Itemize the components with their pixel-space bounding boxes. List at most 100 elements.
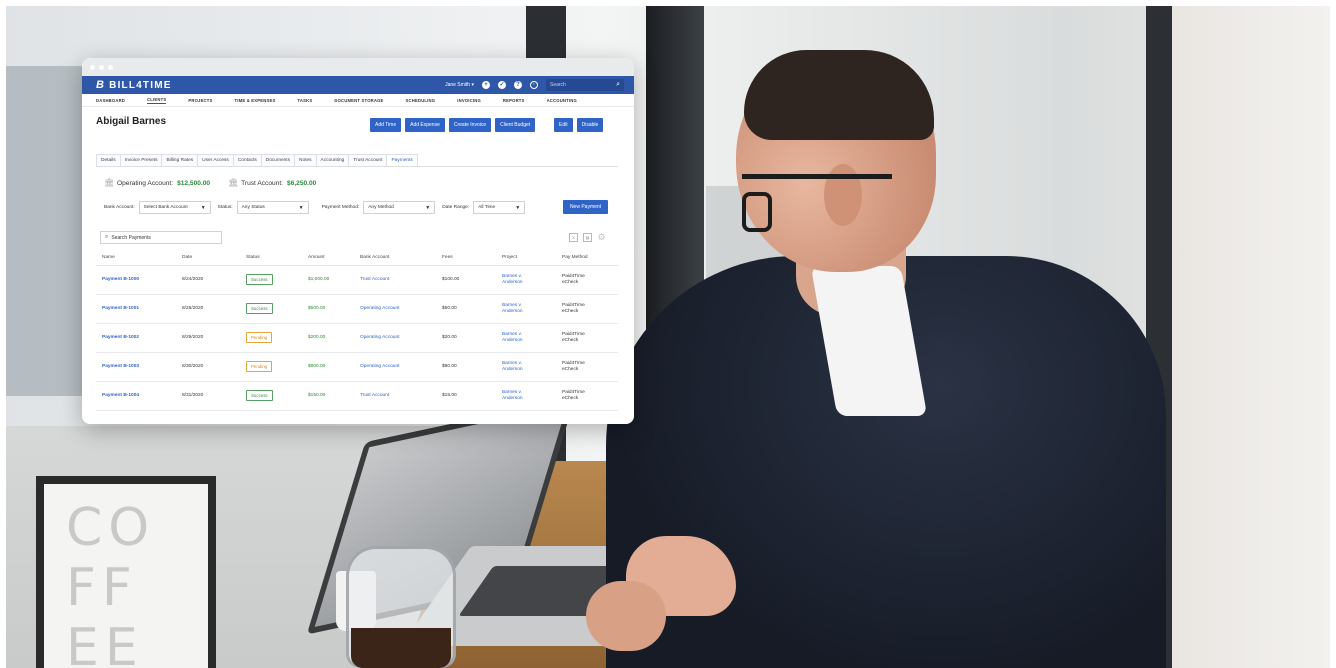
action-buttons: Add Time Add Expense Create Invoice Clie… xyxy=(370,118,536,132)
window-dot[interactable] xyxy=(90,64,95,70)
table-row[interactable]: Payment B-1003 8/30/2020 Pending $800.00… xyxy=(96,352,618,382)
tab-accounting[interactable]: Accounting xyxy=(315,154,350,166)
search-icon[interactable]: ⌕ xyxy=(616,81,620,89)
client-tabs: Details Invoice Presets Billing Rates Us… xyxy=(96,154,618,167)
tab-payments[interactable]: Payments xyxy=(386,154,418,166)
tab-details[interactable]: Details xyxy=(96,154,121,166)
nav-document-storage[interactable]: DOCUMENT STORAGE xyxy=(334,98,383,103)
date-range-value: All Time xyxy=(478,205,496,210)
plus-icon[interactable]: + xyxy=(482,81,490,89)
project-link[interactable]: Barnes v. Anderson xyxy=(496,323,556,353)
pay-method: Paid4Time eCheck xyxy=(556,265,618,295)
payment-name-link[interactable]: Payment B-1003 xyxy=(96,352,176,382)
table-row[interactable]: Payment B-1001 8/25/2020 Success $500.00… xyxy=(96,294,618,324)
nav-projects[interactable]: PROJECTS xyxy=(188,98,212,103)
nav-invoicing[interactable]: INVOICING xyxy=(457,98,481,103)
column-header-fees[interactable]: Fees xyxy=(436,251,496,266)
project-line: Anderson xyxy=(502,337,523,343)
column-header-project[interactable]: Project xyxy=(496,251,556,266)
tab-notes[interactable]: Notes xyxy=(294,154,317,166)
payment-name-link[interactable]: Payment B-1004 xyxy=(96,381,176,411)
column-header-status[interactable]: Status xyxy=(240,251,302,266)
man-hair xyxy=(744,50,934,140)
window-dot[interactable] xyxy=(99,64,104,70)
payment-method-select[interactable]: Any Method ▼ xyxy=(363,201,436,214)
operating-account-amount: $12,500.00 xyxy=(177,179,211,187)
status-badge: Pending xyxy=(246,332,273,343)
payment-status-cell: Pending xyxy=(240,352,302,382)
date-range-select[interactable]: All Time ▼ xyxy=(473,201,526,214)
status-badge: Success xyxy=(246,274,273,285)
trust-account-amount: $6,250.00 xyxy=(287,179,317,187)
date-range-label: Date Range: xyxy=(442,205,470,210)
check-icon[interactable]: ✓ xyxy=(498,81,506,89)
bank-account-value: Select Bank Account xyxy=(143,205,188,210)
tab-invoice-presets[interactable]: Invoice Presets xyxy=(119,154,163,166)
logo-mark-icon: B xyxy=(96,79,106,91)
logo[interactable]: B BILL4TIME xyxy=(96,79,172,91)
tab-billing-rates[interactable]: Billing Rates xyxy=(161,154,199,166)
nav-reports[interactable]: REPORTS xyxy=(503,98,525,103)
payment-date: 8/31/2020 xyxy=(176,381,240,411)
project-link[interactable]: Barnes v. Anderson xyxy=(496,352,556,382)
add-time-button[interactable]: Add Time xyxy=(370,118,402,132)
edit-button[interactable]: Edit xyxy=(554,118,573,132)
payment-name-link[interactable]: Payment B-1001 xyxy=(96,294,176,324)
client-budget-button[interactable]: Client Budget xyxy=(495,118,536,132)
global-search-input[interactable]: Search ⌕ xyxy=(546,79,624,91)
tab-contacts[interactable]: Contacts xyxy=(232,154,262,166)
project-link[interactable]: Barnes v. Anderson xyxy=(496,265,556,295)
table-tools: X ▤ ⚙ xyxy=(569,233,606,242)
payment-amount: $200.00 xyxy=(302,323,354,353)
column-header-pay-method[interactable]: Pay Method xyxy=(556,251,618,266)
tab-user-access[interactable]: User Access xyxy=(197,154,234,166)
project-line: Barnes v. xyxy=(502,331,522,337)
user-menu[interactable]: Jane Smith ▾ xyxy=(445,82,474,88)
column-header-name[interactable]: Name xyxy=(96,251,176,266)
column-header-amount[interactable]: Amount xyxy=(302,251,354,266)
bank-account-link[interactable]: Trust Account xyxy=(354,265,436,295)
new-payment-button[interactable]: New Payment xyxy=(563,200,608,214)
status-select[interactable]: Any Status ▼ xyxy=(236,201,309,214)
export-pdf-icon[interactable]: ▤ xyxy=(583,233,592,242)
nav-clients[interactable]: CLIENTS xyxy=(147,97,167,104)
gear-icon[interactable]: ⚙ xyxy=(597,233,606,242)
nav-scheduling[interactable]: SCHEDULING xyxy=(406,98,436,103)
add-expense-button[interactable]: Add Expense xyxy=(405,118,445,132)
chevron-down-icon: ▼ xyxy=(298,204,304,211)
chevron-down-icon: ▼ xyxy=(515,204,521,211)
nav-time-expenses[interactable]: TIME & EXPENSES xyxy=(235,98,276,103)
window-dot[interactable] xyxy=(108,64,113,70)
project-link[interactable]: Barnes v. Anderson xyxy=(496,294,556,324)
bank-account-link[interactable]: Operating Account xyxy=(354,352,436,382)
brand-name: BILL4TIME xyxy=(109,79,172,91)
column-header-bank-account[interactable]: Bank Account xyxy=(354,251,436,266)
table-row[interactable]: Payment B-1002 8/29/2020 Pending $200.00… xyxy=(96,323,618,353)
project-link[interactable]: Barnes v. Anderson xyxy=(496,381,556,411)
page-title: Abigail Barnes xyxy=(96,116,167,127)
tab-trust-account[interactable]: Trust Account xyxy=(348,154,388,166)
bank-account-select[interactable]: Select Bank Account ▼ xyxy=(138,201,211,214)
tab-documents[interactable]: Documents xyxy=(260,154,296,166)
disable-button[interactable]: Disable xyxy=(576,118,604,132)
bank-account-link[interactable]: Operating Account xyxy=(354,294,436,324)
clock-icon[interactable]: · xyxy=(530,81,538,89)
payment-status-cell: Pending xyxy=(240,323,302,353)
bank-account-link[interactable]: Operating Account xyxy=(354,323,436,353)
column-header-date[interactable]: Date xyxy=(176,251,240,266)
pay-method-line: eCheck xyxy=(562,308,579,314)
table-row[interactable]: Payment B-1004 8/31/2020 Success $150.00… xyxy=(96,381,618,411)
table-row[interactable]: Payment B-1000 8/24/2020 Success $1,000.… xyxy=(96,265,618,295)
bank-account-link[interactable]: Trust Account xyxy=(354,381,436,411)
payment-name-link[interactable]: Payment B-1000 xyxy=(96,265,176,295)
create-invoice-button[interactable]: Create Invoice xyxy=(448,118,492,132)
nav-accounting[interactable]: ACCOUNTING xyxy=(547,98,577,103)
pay-method-line: eCheck xyxy=(562,395,579,401)
export-excel-icon[interactable]: X xyxy=(569,233,578,242)
payment-date: 8/29/2020 xyxy=(176,323,240,353)
search-payments-input[interactable]: ⌕ Search Payments xyxy=(100,231,222,244)
help-icon[interactable]: ? xyxy=(514,81,522,89)
nav-tasks[interactable]: TASKS xyxy=(297,98,312,103)
payment-name-link[interactable]: Payment B-1002 xyxy=(96,323,176,353)
nav-dashboard[interactable]: DASHBOARD xyxy=(96,98,125,103)
